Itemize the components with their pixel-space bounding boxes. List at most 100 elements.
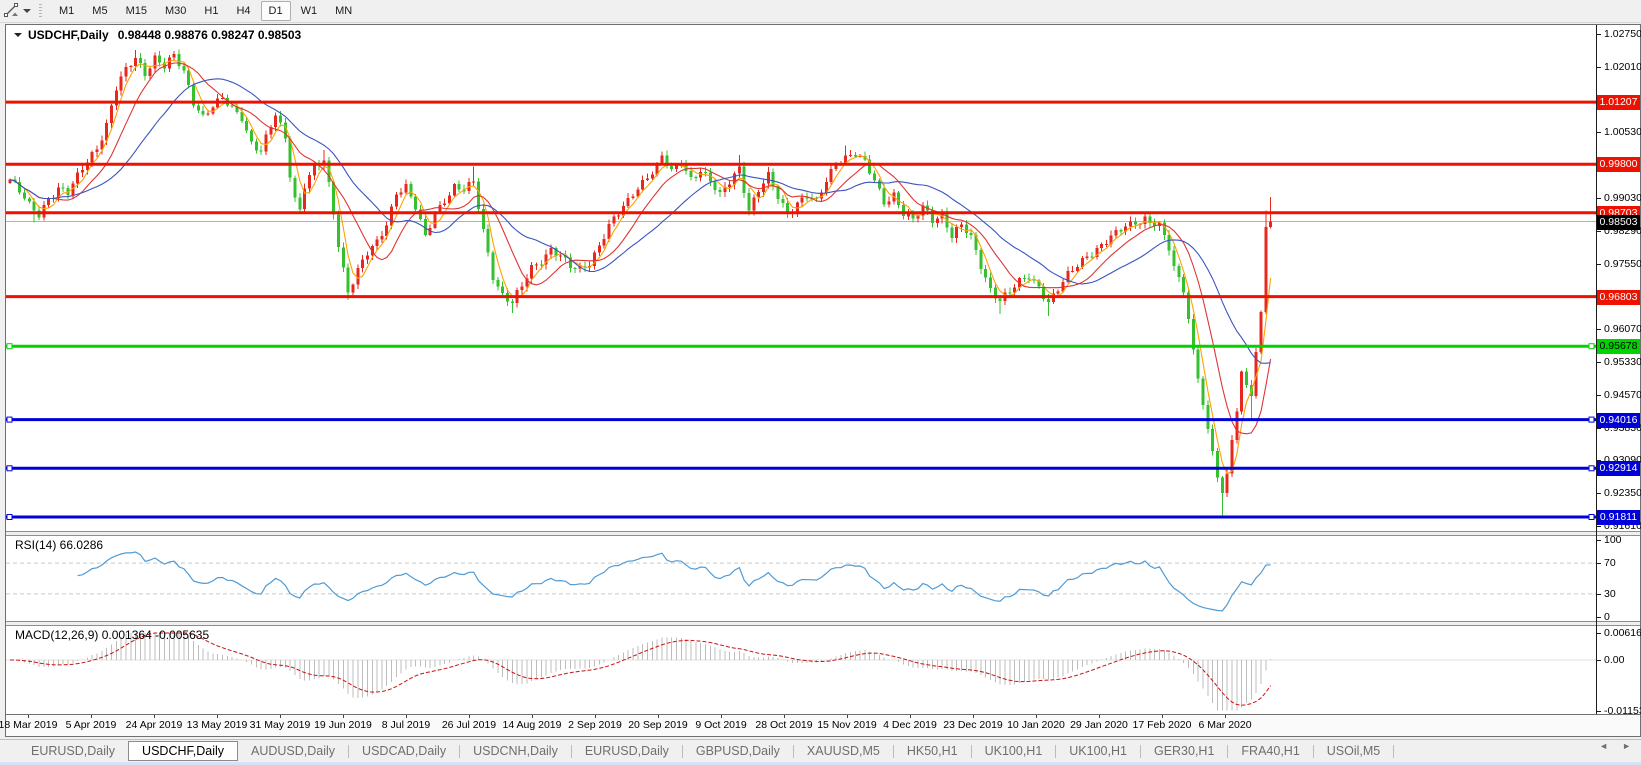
level-price-label: 0.91811 (1597, 510, 1640, 525)
timeframe-button-h4[interactable]: H4 (228, 1, 258, 21)
axis-tick-label: 0.006167 (1604, 627, 1641, 640)
line-handle[interactable] (7, 466, 12, 471)
candles-series (9, 49, 1273, 516)
date-tick (1036, 715, 1037, 718)
axis-tick (1597, 362, 1601, 363)
macd-label: MACD(12,26,9) 0.001364 -0.005635 (15, 628, 209, 642)
date-tick (595, 715, 596, 718)
axis-tick-label: 1.02750 (1604, 28, 1641, 41)
axis-tick (1597, 711, 1601, 712)
chart-tab-usdchf-1[interactable]: USDCHF,Daily (128, 741, 238, 761)
line-handle[interactable] (1589, 466, 1594, 471)
axis-tick (1597, 34, 1601, 35)
axis-tick (1597, 526, 1601, 527)
chart-tab-ger30-11[interactable]: GER30,H1 (1141, 742, 1227, 760)
axis-tick-label: 0.94570 (1604, 389, 1641, 402)
timeframe-button-d1[interactable]: D1 (261, 1, 291, 21)
date-tick (721, 715, 722, 718)
axis-tick (1597, 540, 1601, 541)
chart-tab-xauusd-7[interactable]: XAUUSD,M5 (794, 742, 893, 760)
chart-tab-gbpusd-6[interactable]: GBPUSD,Daily (683, 742, 793, 760)
chart-tab-fra40-12[interactable]: FRA40,H1 (1228, 742, 1312, 760)
timeframe-buttons: M1M5M15M30H1H4D1W1MN (50, 1, 361, 21)
chart-tab-eurusd-0[interactable]: EURUSD,Daily (18, 742, 128, 760)
axis-tick-label: 0.92350 (1604, 487, 1641, 500)
line-handle[interactable] (7, 515, 12, 520)
chart-tab-hk50-8[interactable]: HK50,H1 (894, 742, 971, 760)
axis-tick (1597, 633, 1601, 634)
line-handle[interactable] (1589, 515, 1594, 520)
rsi-line (78, 552, 1271, 611)
date-tick (847, 715, 848, 718)
axis-tick-label: 0.99030 (1604, 192, 1641, 205)
level-price-label: 0.95678 (1597, 339, 1640, 354)
toolbar-grip[interactable] (39, 4, 42, 19)
chart-tab-uk100-10[interactable]: UK100,H1 (1056, 742, 1140, 760)
timeframe-button-m30[interactable]: M30 (157, 1, 194, 21)
axis-tick-label: 0.97550 (1604, 258, 1641, 271)
chart-tab-usdcnh-4[interactable]: USDCNH,Daily (460, 742, 571, 760)
timeframe-button-w1[interactable]: W1 (293, 1, 326, 21)
axis-tick (1597, 617, 1601, 618)
moving-average-10 (10, 63, 1271, 434)
date-tick (910, 715, 911, 718)
ohlc-values: 0.98448 0.98876 0.98247 0.98503 (118, 28, 302, 42)
line-handle[interactable] (1589, 344, 1594, 349)
date-tick (532, 715, 533, 718)
axis-tick (1597, 329, 1601, 330)
timeframe-button-m5[interactable]: M5 (84, 1, 115, 21)
axis-tick-label: 70 (1604, 557, 1616, 570)
chart-tab-audusd-2[interactable]: AUDUSD,Daily (238, 742, 348, 760)
timeframe-button-m1[interactable]: M1 (51, 1, 82, 21)
line-handle[interactable] (1589, 417, 1594, 422)
time-axis[interactable]: 18 Mar 20195 Apr 201924 Apr 201913 May 2… (6, 714, 1640, 736)
tool-dropdown-caret-icon[interactable] (23, 9, 31, 13)
price-axis-spine (1596, 25, 1597, 714)
chart-tabs: EURUSD,DailyUSDCHF,DailyAUDUSD,DailyUSDC… (18, 741, 1394, 761)
chart-tab-bar: EURUSD,DailyUSDCHF,DailyAUDUSD,DailyUSDC… (0, 739, 1641, 762)
level-price-label: 0.99800 (1597, 157, 1640, 172)
date-tick (1099, 715, 1100, 718)
level-price-label: 0.92914 (1597, 461, 1640, 476)
timeframe-button-mn[interactable]: MN (327, 1, 360, 21)
date-tick (91, 715, 92, 718)
date-tick (1162, 715, 1163, 718)
axis-tick (1597, 594, 1601, 595)
symbol-title: USDCHF,Daily (28, 28, 109, 42)
tab-scroll-buttons: ◄ ► (1599, 741, 1631, 751)
axis-tick (1597, 660, 1601, 661)
chart-tab-eurusd-5[interactable]: EURUSD,Daily (572, 742, 682, 760)
chart-tab-usoil-13[interactable]: USOil,M5 (1314, 742, 1393, 760)
axis-tick (1597, 493, 1601, 494)
axis-tick (1597, 231, 1601, 232)
tab-separator (1393, 745, 1394, 758)
moving-average-4 (10, 61, 1271, 474)
axis-tick-label: 1.02010 (1604, 61, 1641, 74)
symbol-dropdown-caret-icon[interactable] (14, 33, 22, 37)
axis-tick-label: 0.96070 (1604, 323, 1641, 336)
tab-scroll-right-icon[interactable]: ► (1622, 741, 1631, 751)
chart-tab-usdcad-3[interactable]: USDCAD,Daily (349, 742, 459, 760)
date-tick (154, 715, 155, 718)
axis-tick-label: 30 (1604, 588, 1616, 601)
macd-chart[interactable] (6, 626, 1596, 714)
line-studies-icon[interactable] (3, 3, 20, 19)
level-price-label: 0.96803 (1597, 290, 1640, 305)
line-handle[interactable] (7, 417, 12, 422)
chart-tab-uk100-9[interactable]: UK100,H1 (972, 742, 1056, 760)
axis-tick (1597, 132, 1601, 133)
timeframe-button-h1[interactable]: H1 (196, 1, 226, 21)
rsi-label: RSI(14) 66.0286 (15, 538, 103, 552)
level-price-label: 0.94016 (1597, 413, 1640, 428)
level-price-label: 1.01207 (1597, 95, 1640, 110)
axis-tick-label: 1.00530 (1604, 126, 1641, 139)
timeframe-button-m15[interactable]: M15 (118, 1, 155, 21)
date-tick (1225, 715, 1226, 718)
macd-signal-line (10, 633, 1271, 705)
price-chart[interactable] (6, 25, 1596, 531)
tab-scroll-left-icon[interactable]: ◄ (1599, 741, 1608, 751)
axis-tick (1597, 264, 1601, 265)
line-handle[interactable] (7, 344, 12, 349)
rsi-chart[interactable] (6, 536, 1596, 621)
date-tick (406, 715, 407, 718)
